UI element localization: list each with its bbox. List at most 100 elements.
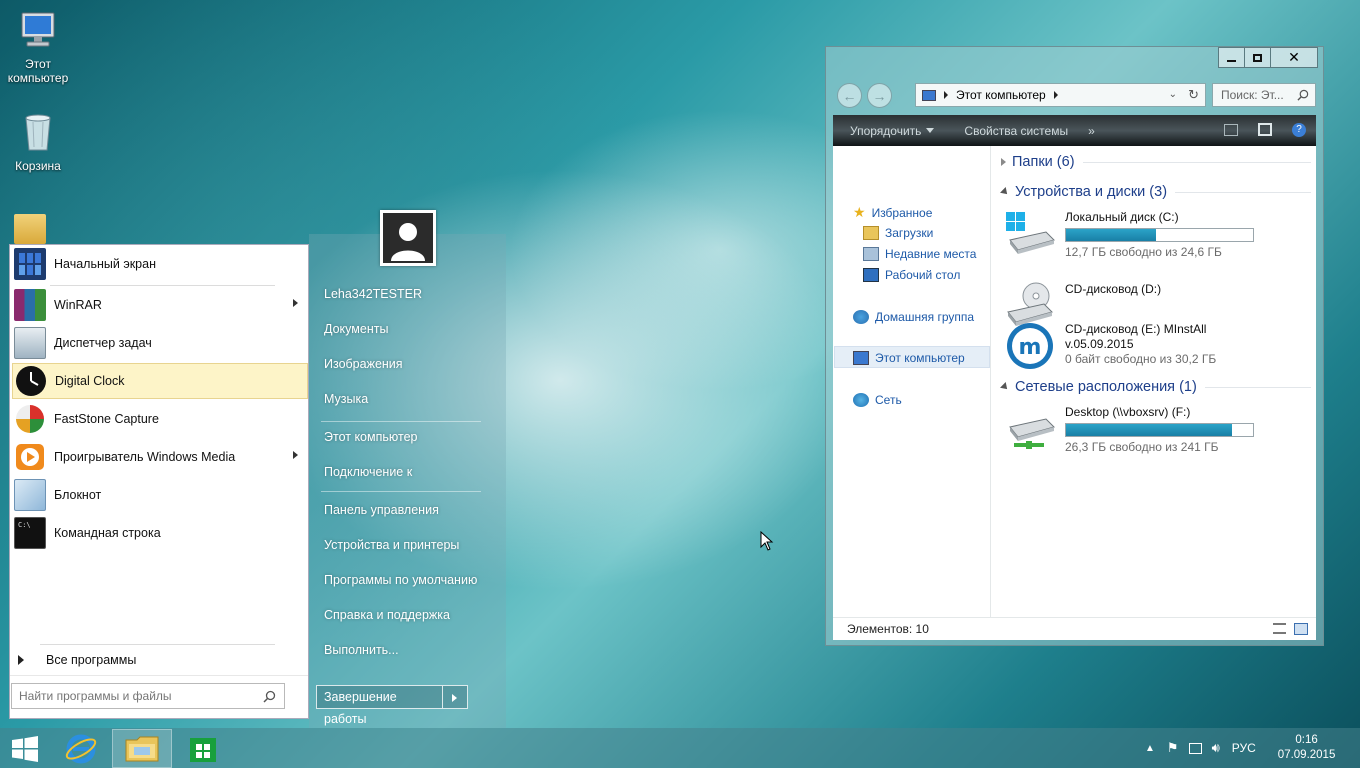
volume-icon[interactable]: 🔊︎ [1212, 740, 1220, 756]
nav-label: Этот компьютер [875, 351, 965, 365]
clock[interactable]: 0:16 07.09.2015 [1278, 733, 1336, 763]
recycle-bin-icon [25, 114, 51, 151]
close-button[interactable]: ✕ [1270, 47, 1318, 68]
start-item-winrar[interactable]: WinRAR [12, 287, 308, 323]
nav-favorites[interactable]: ★ Избранное [853, 204, 932, 221]
search-icon[interactable] [1297, 89, 1309, 101]
nav-downloads[interactable]: Загрузки [863, 226, 933, 240]
help-icon[interactable]: ? [1292, 123, 1306, 137]
link-user[interactable]: Leha342TESTER [324, 287, 422, 301]
system-tray: ▲ ⚑ 🔊︎ РУС 0:16 07.09.2015 [1145, 728, 1360, 768]
link-default-programs[interactable]: Программы по умолчанию [324, 573, 477, 587]
details-view-icon[interactable] [1273, 623, 1286, 634]
nav-recent-places[interactable]: Недавние места [863, 247, 976, 261]
minimize-button[interactable] [1218, 47, 1245, 68]
drive-name: Локальный диск (C:) [1065, 210, 1179, 224]
refresh-icon[interactable]: ↻ [1188, 87, 1199, 103]
start-search-box[interactable] [11, 683, 285, 709]
shutdown-options-arrow-icon[interactable] [443, 686, 467, 708]
minstall-disc-icon: m [1007, 323, 1053, 369]
start-search-input[interactable] [12, 684, 252, 708]
drive-name: Desktop (\\vboxsrv) (F:) [1065, 405, 1191, 419]
back-button[interactable]: ← [837, 83, 862, 108]
organize-label: Упорядочить [850, 123, 922, 138]
arrow-right-icon [18, 655, 24, 665]
internet-explorer-icon [65, 734, 97, 763]
item-count: Элементов: 10 [847, 622, 929, 636]
start-item-start-screen[interactable]: Начальный экран [12, 246, 308, 282]
link-help-support[interactable]: Справка и поддержка [324, 608, 450, 622]
start-item-digital-clock[interactable]: Digital Clock [12, 363, 308, 399]
drive-f[interactable]: Desktop (\\vboxsrv) (F:) 26,3 ГБ свободн… [1006, 405, 1306, 455]
windows-logo-icon [12, 735, 38, 762]
clock-icon [16, 366, 46, 396]
user-avatar[interactable] [380, 210, 436, 266]
link-devices-printers[interactable]: Устройства и принтеры [324, 538, 459, 552]
view-options-icon[interactable] [1224, 124, 1238, 136]
shutdown-button[interactable]: Завершение работы [317, 686, 443, 726]
language-indicator[interactable]: РУС [1232, 741, 1256, 755]
group-folders[interactable]: Папки (6) [1001, 154, 1311, 170]
drive-e[interactable]: m CD-дисковод (E:) MInstAll v.05.09.2015… [1006, 322, 1306, 372]
collapse-arrow-icon [1000, 382, 1010, 392]
drive-name: CD-дисковод (E:) MInstAll v.05.09.2015 [1065, 322, 1255, 352]
start-item-windows-media-player[interactable]: Проигрыватель Windows Media [12, 439, 308, 475]
breadcrumb-arrow-icon [944, 91, 948, 99]
divider [50, 285, 275, 286]
desktop-icon-this-pc[interactable]: Этот компьютер [0, 8, 76, 85]
drive-c[interactable]: Локальный диск (C:) 12,7 ГБ свободно из … [1006, 210, 1306, 260]
group-network-locations[interactable]: Сетевые расположения (1) [1000, 379, 1311, 395]
group-label: Сетевые расположения (1) [1015, 379, 1197, 395]
divider [1175, 191, 1311, 193]
nav-network[interactable]: Сеть [853, 393, 902, 407]
desktop-icon-label: Этот компьютер [7, 57, 69, 85]
large-icons-view-icon[interactable] [1294, 623, 1308, 635]
taskbar-file-explorer[interactable] [112, 729, 172, 768]
system-properties-button[interactable]: Свойства системы [964, 124, 1068, 138]
organize-button[interactable]: Упорядочить [850, 123, 935, 138]
desktop-icon-recycle-bin[interactable]: Корзина [0, 110, 76, 173]
action-center-flag-icon[interactable]: ⚑ [1167, 740, 1179, 756]
start-item-faststone[interactable]: FastStone Capture [12, 401, 308, 437]
link-control-panel[interactable]: Панель управления [324, 503, 439, 517]
all-programs-button[interactable]: Все программы [18, 650, 298, 670]
start-item-label: Проигрыватель Windows Media [54, 450, 236, 464]
group-devices[interactable]: Устройства и диски (3) [1000, 184, 1311, 200]
taskbar-internet-explorer[interactable] [51, 729, 111, 768]
drive-usage-bar [1065, 423, 1254, 437]
maximize-button[interactable] [1244, 47, 1271, 68]
link-music[interactable]: Музыка [324, 392, 368, 406]
drive-usage-fill [1066, 229, 1156, 241]
nav-this-pc[interactable]: Этот компьютер [853, 351, 965, 365]
divider [40, 644, 275, 645]
command-bar: Упорядочить Свойства системы » ? [833, 115, 1316, 146]
address-bar[interactable]: Этот компьютер ⌄ ↻ [915, 83, 1206, 107]
link-documents[interactable]: Документы [324, 322, 388, 336]
link-pictures[interactable]: Изображения [324, 357, 403, 371]
start-item-notepad[interactable]: Блокнот [12, 477, 308, 513]
breadcrumb-this-pc[interactable]: Этот компьютер [956, 88, 1046, 102]
close-icon: ✕ [1288, 49, 1300, 65]
chevron-down-icon[interactable]: ⌄ [1169, 89, 1177, 100]
start-item-label: Digital Clock [55, 374, 125, 388]
nav-homegroup[interactable]: Домашняя группа [853, 310, 974, 324]
explorer-search-box[interactable]: Поиск: Эт... [1212, 83, 1316, 107]
show-hidden-icons-icon[interactable]: ▲ [1145, 743, 1155, 754]
start-item-command-prompt[interactable]: C:\ Командная строка [12, 515, 308, 551]
clock-date: 07.09.2015 [1277, 749, 1336, 761]
taskbar-store[interactable] [173, 729, 233, 768]
preview-pane-icon[interactable] [1258, 123, 1272, 136]
search-icon[interactable] [263, 690, 276, 703]
nav-desktop[interactable]: Рабочий стол [863, 268, 960, 282]
start-item-task-manager[interactable]: Диспетчер задач [12, 325, 308, 361]
start-button[interactable] [0, 729, 50, 768]
forward-button[interactable]: → [867, 83, 892, 108]
link-run[interactable]: Выполнить... [324, 643, 399, 657]
breadcrumb-arrow-icon [1053, 91, 1058, 99]
link-this-pc[interactable]: Этот компьютер [324, 430, 417, 444]
network-status-icon[interactable] [1188, 742, 1202, 754]
folder-icon [14, 214, 46, 244]
link-connect-to[interactable]: Подключение к [324, 465, 412, 479]
more-commands-button[interactable]: » [1088, 124, 1095, 138]
drive-free-space: 26,3 ГБ свободно из 241 ГБ [1065, 440, 1219, 454]
